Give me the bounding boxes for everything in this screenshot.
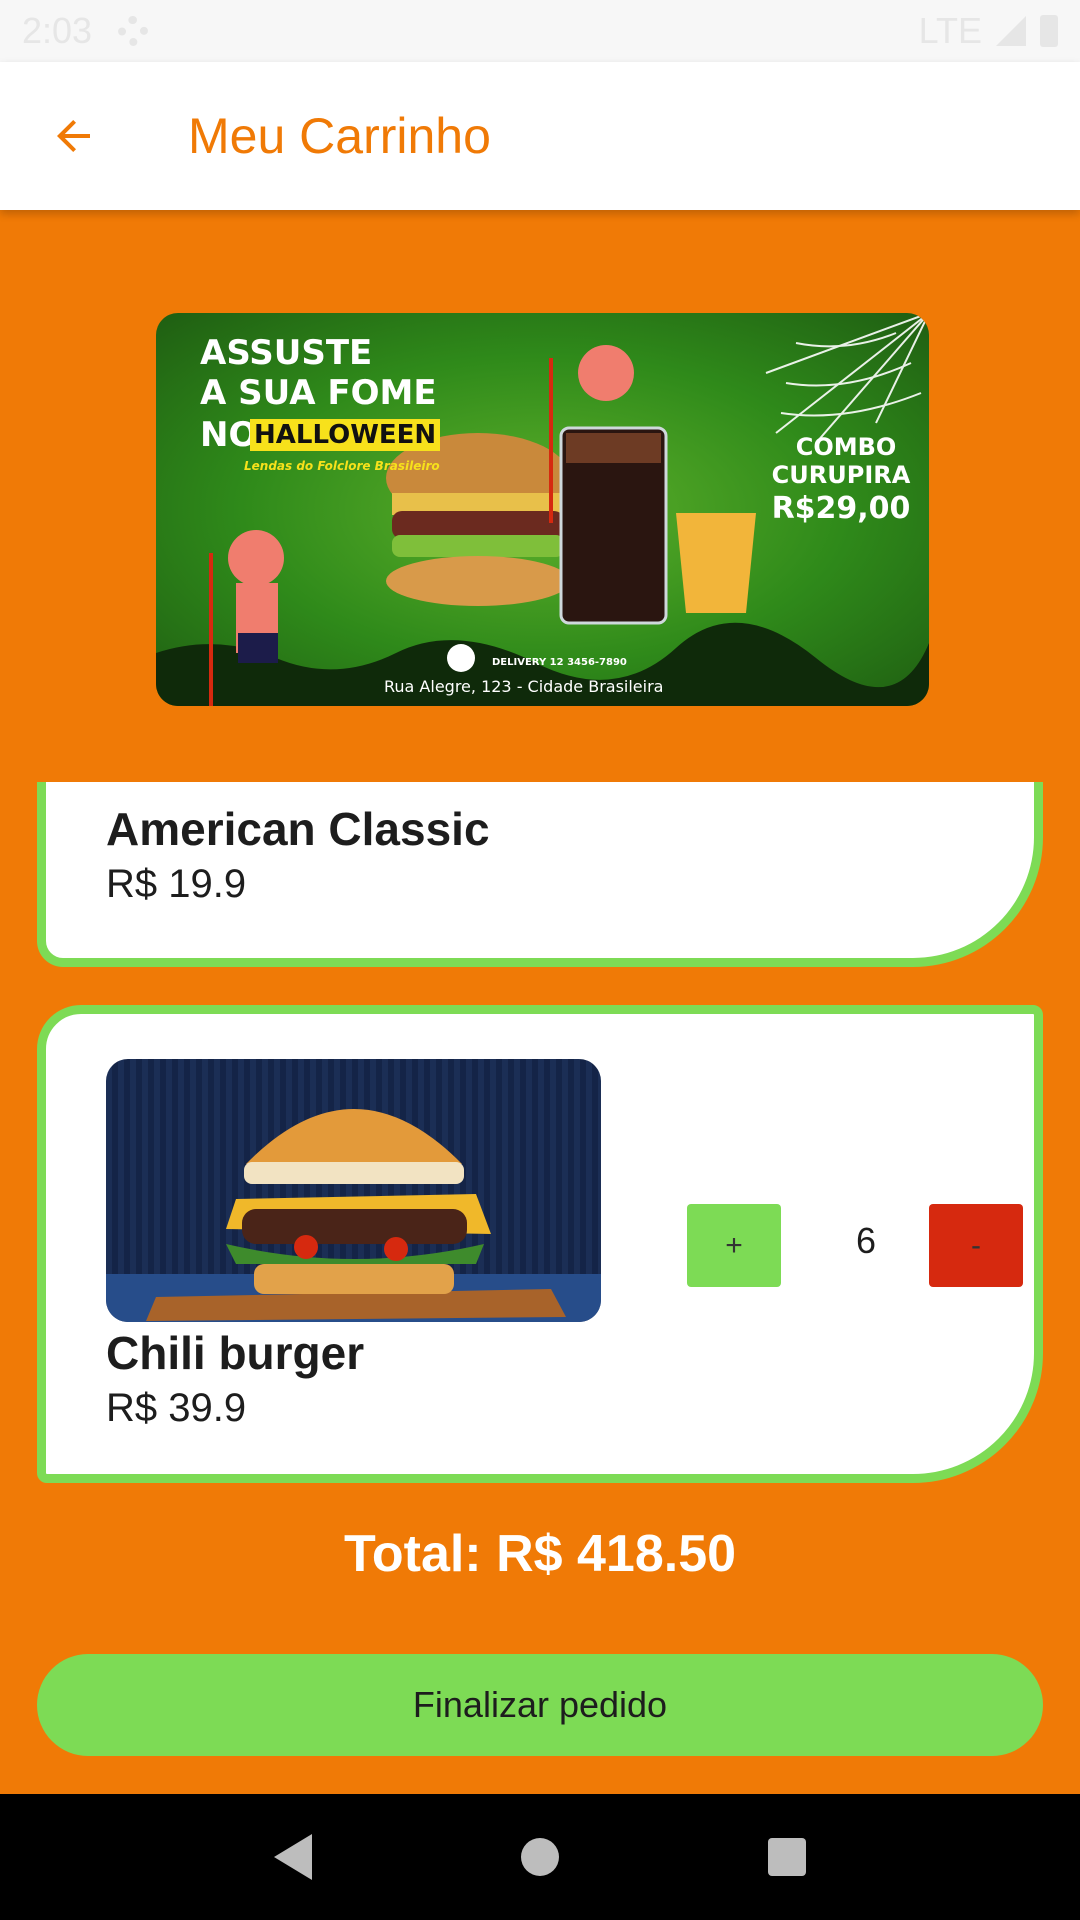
item-name: American Classic (106, 803, 490, 855)
quantity-value: 6 (855, 1220, 877, 1261)
banner-combo-2: CURUPIRA (771, 461, 911, 489)
burger-image (106, 1059, 601, 1322)
system-nav-bar (0, 1794, 1080, 1920)
banner-combo-price: R$29,00 (771, 491, 911, 526)
item-name: Chili burger (106, 1327, 365, 1379)
banner-headline-3: NO (200, 415, 258, 455)
promo-banner: ASSUSTE A SUA FOME NO HALLOWEEN Lendas d… (156, 313, 929, 706)
page-title: Meu Carrinho (188, 108, 491, 164)
back-button[interactable] (0, 62, 148, 210)
signal-icon (996, 16, 1026, 46)
settings-icon (118, 16, 149, 46)
item-price: R$ 19.9 (106, 862, 247, 906)
app-bar: Meu Carrinho (0, 62, 1080, 210)
increase-quantity-button[interactable]: + (687, 1204, 781, 1287)
battery-icon (1040, 15, 1058, 47)
banner-headline-1: ASSUSTE (200, 333, 373, 373)
banner-address: Rua Alegre, 123 - Cidade Brasileira (384, 677, 664, 696)
banner-subtitle: Lendas do Folclore Brasileiro (244, 459, 440, 473)
item-price: R$ 39.9 (106, 1386, 247, 1430)
cart-item-card: Chili burger R$ 39.9 + 6 - (37, 1005, 1043, 1483)
banner-headline-highlight: HALLOWEEN (250, 419, 441, 451)
nav-recents-icon[interactable] (767, 1838, 806, 1876)
network-label: LTE (918, 10, 982, 51)
cart-item-card: American Classic R$ 19.9 (37, 782, 1043, 967)
banner-delivery: DELIVERY 12 3456-7890 (492, 657, 627, 668)
nav-home-icon[interactable] (520, 1838, 559, 1876)
cart-total: Total: R$ 418.50 (343, 1525, 737, 1583)
nav-back-icon[interactable] (274, 1834, 313, 1880)
status-bar: 2:03 LTE (0, 0, 1080, 62)
decrease-quantity-button[interactable]: - (929, 1204, 1023, 1287)
banner-combo-1: COMBO (795, 433, 897, 461)
banner-headline-2: A SUA FOME (200, 373, 437, 413)
status-time: 2:03 (22, 10, 93, 51)
burger-photo (106, 1109, 601, 1322)
arrow-left-icon (57, 120, 90, 152)
finish-order-button[interactable]: Finalizar pedido (37, 1654, 1043, 1756)
